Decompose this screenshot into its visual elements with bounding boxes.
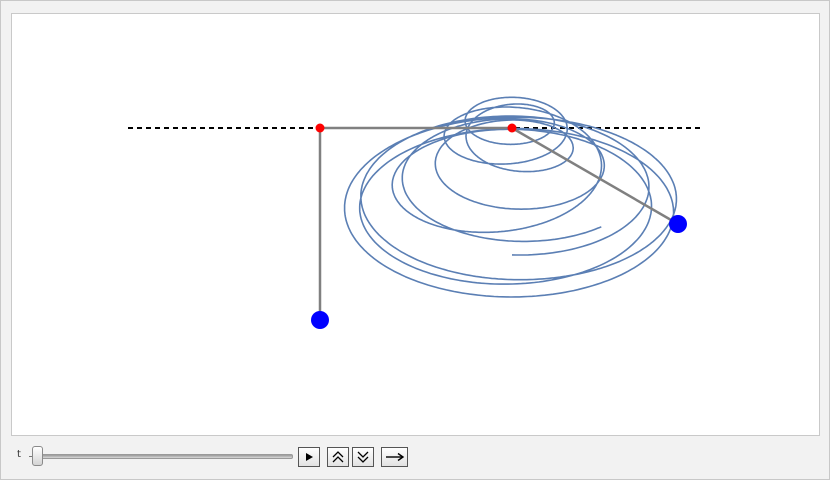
rod-right-pendulum: [511, 126, 679, 226]
pivot-right[interactable]: [507, 123, 517, 133]
pendulum-graphic: [128, 96, 700, 329]
animation-controls: t: [11, 441, 821, 473]
faster-button[interactable]: [327, 447, 349, 467]
slower-button[interactable]: [352, 447, 374, 467]
play-button[interactable]: [298, 447, 320, 467]
slider-label: t: [17, 449, 21, 460]
pivot-left[interactable]: [315, 123, 325, 133]
double-chevron-up-icon: [332, 451, 344, 463]
bob-left[interactable]: [311, 311, 329, 329]
demonstration-frame: t: [0, 0, 830, 480]
bob-right[interactable]: [669, 215, 687, 233]
play-icon: [306, 453, 313, 461]
t-slider-thumb[interactable]: [32, 446, 43, 466]
right-arrow-icon: [385, 452, 404, 462]
graphics-panel: [11, 13, 820, 436]
double-chevron-down-icon: [357, 451, 369, 463]
direction-button[interactable]: [381, 447, 408, 467]
t-slider-track[interactable]: [37, 454, 293, 459]
